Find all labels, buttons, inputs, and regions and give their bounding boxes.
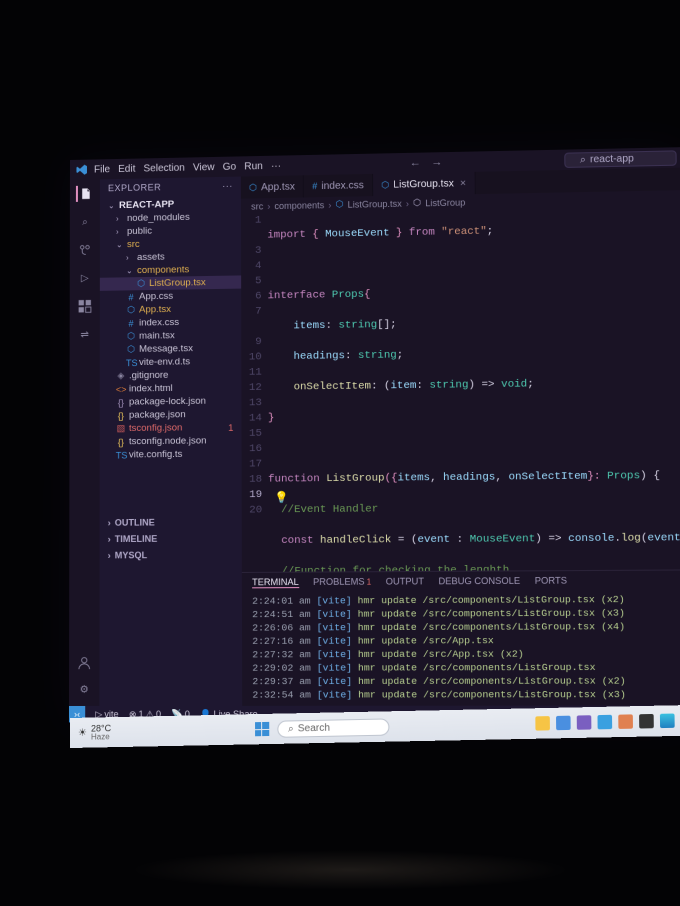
tray-app-icon[interactable]: [597, 715, 612, 730]
tray-app-icon[interactable]: [618, 714, 633, 729]
tray-app-icon[interactable]: [660, 714, 675, 729]
source-control-icon[interactable]: [77, 242, 93, 258]
terminal-output[interactable]: 2:24:01 am [vite] hmr update /src/compon…: [242, 590, 680, 706]
search-icon: ⌕: [288, 723, 294, 734]
settings-gear-icon[interactable]: ⚙: [76, 681, 92, 697]
menu-edit[interactable]: Edit: [118, 163, 135, 174]
menu-file[interactable]: File: [94, 164, 110, 175]
nav-back-icon[interactable]: ←: [410, 157, 421, 169]
explorer-more-icon[interactable]: ···: [222, 181, 233, 191]
sun-icon: ☀: [78, 727, 87, 738]
remote-explorer-icon[interactable]: ⇌: [77, 326, 93, 342]
run-debug-icon[interactable]: ▷: [77, 270, 93, 286]
menu-run[interactable]: Run: [244, 160, 263, 171]
menu-selection[interactable]: Selection: [143, 162, 184, 174]
panel-ports[interactable]: PORTS: [535, 575, 567, 587]
activity-bar: ⌕ ▷ ⇌ ⚙: [69, 179, 100, 706]
lightbulb-icon[interactable]: 💡: [274, 491, 288, 504]
tray-app-icon[interactable]: [556, 716, 571, 731]
timeline-section[interactable]: TIMELINE: [100, 530, 242, 547]
vscode-logo-icon: [76, 164, 88, 176]
outline-section[interactable]: OUTLINE: [100, 514, 242, 531]
panel-output[interactable]: OUTPUT: [386, 576, 424, 588]
start-button[interactable]: [255, 722, 269, 736]
vscode-window: File Edit Selection View Go Run ··· ← → …: [69, 147, 680, 722]
explorer-sidebar: EXPLORER ··· ⌄REACT-APP ›node_modules ›p…: [99, 177, 242, 706]
nav-forward-icon[interactable]: →: [431, 156, 442, 168]
editor-area: ⬡App.tsx #index.css ⬡ListGroup.tsx× src›…: [241, 168, 680, 706]
tray-app-icon[interactable]: [535, 716, 550, 731]
file-viteconfig[interactable]: TSvite.config.ts: [100, 447, 242, 462]
close-tab-icon[interactable]: ×: [460, 178, 466, 189]
search-activity-icon[interactable]: ⌕: [77, 214, 93, 230]
panel-terminal[interactable]: TERMINAL: [252, 577, 299, 589]
tab-apptsx[interactable]: ⬡App.tsx: [241, 175, 304, 198]
code-editor[interactable]: 13456791011121314151617181920 import { M…: [241, 205, 680, 571]
tray-app-icon[interactable]: [577, 715, 592, 730]
taskbar-tray: [535, 714, 674, 731]
taskbar-weather[interactable]: ☀ 28°C Haze: [78, 724, 111, 742]
accounts-icon[interactable]: [76, 655, 92, 671]
menu-go[interactable]: Go: [223, 161, 237, 172]
panel-debug[interactable]: DEBUG CONSOLE: [438, 576, 520, 588]
menu-view[interactable]: View: [193, 161, 215, 172]
tab-listgroup[interactable]: ⬡ListGroup.tsx×: [373, 172, 475, 196]
explorer-icon[interactable]: [76, 186, 92, 202]
keyboard-glow: [130, 850, 570, 890]
explorer-title: EXPLORER: [108, 182, 161, 193]
tray-app-icon[interactable]: [639, 714, 654, 729]
command-center-text: react-app: [590, 153, 634, 165]
taskbar-search[interactable]: ⌕Search: [277, 718, 389, 737]
panel-problems[interactable]: PROBLEMS1: [313, 576, 371, 588]
menu-more[interactable]: ···: [271, 160, 281, 171]
bottom-panel: TERMINAL PROBLEMS1 OUTPUT DEBUG CONSOLE …: [242, 569, 680, 705]
extensions-icon[interactable]: [77, 298, 93, 314]
tab-indexcss[interactable]: #index.css: [304, 174, 373, 198]
command-center[interactable]: ⌕ react-app: [564, 150, 676, 168]
mysql-section[interactable]: MYSQL: [100, 546, 242, 563]
search-icon: ⌕: [580, 154, 586, 165]
